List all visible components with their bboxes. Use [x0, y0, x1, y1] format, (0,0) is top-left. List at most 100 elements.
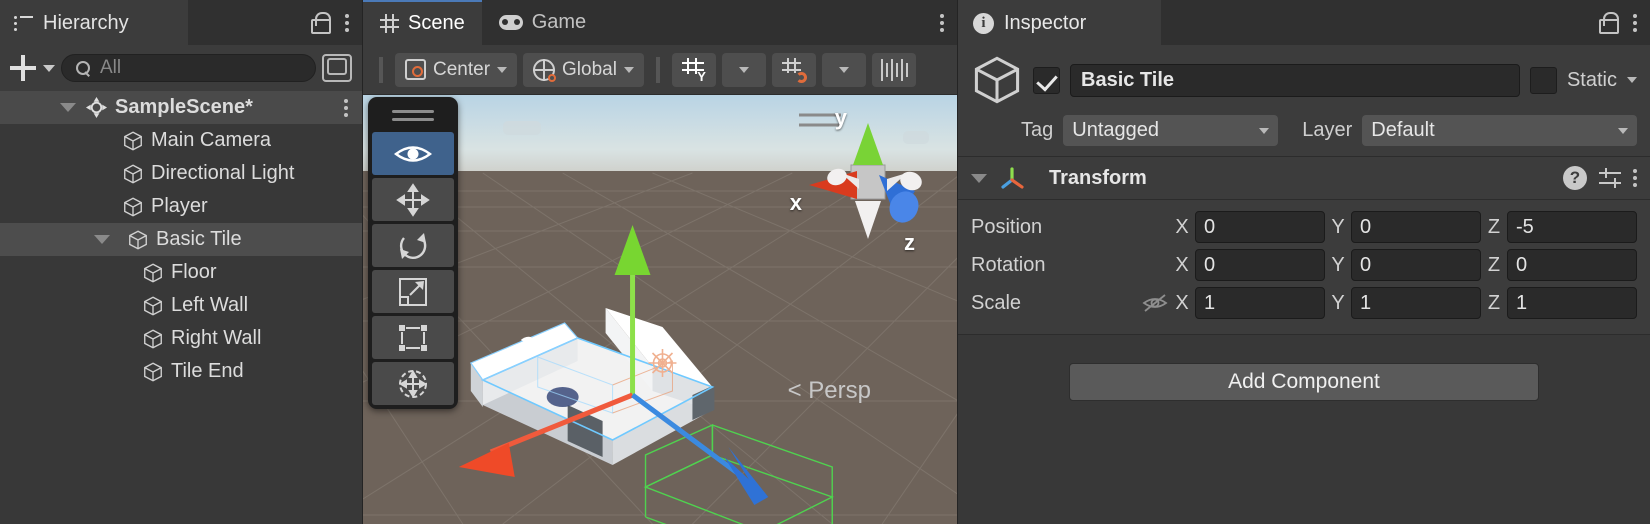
list-icon	[14, 15, 34, 32]
gameobject-cube-icon	[144, 329, 162, 348]
transform-row-label: Rotation	[971, 253, 1046, 276]
hierarchy-item-basic-tile[interactable]: Basic Tile	[0, 223, 362, 256]
gizmo-y-label: y	[834, 105, 847, 130]
hierarchy-tabbar-actions	[188, 0, 362, 45]
search-input[interactable]: All	[61, 54, 316, 82]
move-arrows-icon	[396, 182, 430, 217]
grid-visibility-toggle[interactable]: Y	[671, 52, 716, 87]
grid-visibility-dropdown[interactable]	[721, 52, 766, 87]
transform-tool[interactable]	[372, 362, 454, 405]
kebab-menu-icon[interactable]	[345, 13, 349, 32]
hierarchy-item-label: Left Wall	[171, 294, 249, 316]
transform-position-y[interactable]: 0	[1351, 211, 1481, 243]
hierarchy-item-directional-light[interactable]: Directional Light	[0, 157, 362, 190]
tab-hierarchy[interactable]: Hierarchy	[0, 0, 188, 45]
transform-position-x[interactable]: 0	[1195, 211, 1325, 243]
handle-space-dropdown[interactable]: Global	[523, 52, 644, 87]
tag-label: Tag	[1021, 119, 1054, 141]
transform-position-z[interactable]: -5	[1507, 211, 1637, 243]
transform-all-icon	[399, 369, 427, 398]
transform-axis-icon	[1001, 167, 1024, 189]
object-name-field[interactable]: Basic Tile	[1070, 63, 1520, 97]
hierarchy-item-tile-end[interactable]: Tile End	[0, 355, 362, 388]
hierarchy-tree: SampleScene* Main Camera Directional Ligh…	[0, 91, 362, 524]
drag-grip-icon[interactable]	[372, 101, 454, 129]
expand-window-icon[interactable]	[322, 54, 352, 82]
view-tool[interactable]	[372, 132, 454, 175]
static-label: Static	[1566, 68, 1617, 91]
tag-dropdown[interactable]: Untagged	[1063, 115, 1279, 146]
grid-snap-dropdown[interactable]	[821, 52, 866, 87]
chevron-down-icon[interactable]	[971, 173, 987, 183]
gameobject-cube-icon	[144, 263, 162, 282]
object-enabled-checkbox[interactable]	[1033, 66, 1060, 94]
hierarchy-item-player[interactable]: Player	[0, 190, 362, 223]
globe-icon	[533, 58, 557, 82]
kebab-menu-icon[interactable]	[1633, 13, 1637, 32]
gameobject-cube-icon	[144, 362, 162, 381]
hierarchy-item-label: Right Wall	[171, 327, 262, 349]
axis-label-y: Y	[1331, 291, 1345, 314]
chevron-down-icon[interactable]	[1627, 77, 1637, 83]
static-checkbox[interactable]	[1529, 66, 1557, 94]
inspector-tabbar-actions	[1161, 0, 1650, 45]
transform-rotation-x[interactable]: 0	[1195, 249, 1325, 281]
hierarchy-item-right-wall[interactable]: Right Wall	[0, 322, 362, 355]
tab-inspector[interactable]: i Inspector	[958, 0, 1161, 45]
help-question-icon[interactable]: ?	[1563, 166, 1587, 190]
move-tool[interactable]	[372, 178, 454, 221]
scale-square-icon	[399, 277, 427, 306]
scale-tool[interactable]	[372, 270, 454, 313]
preset-settings-icon[interactable]	[1597, 166, 1623, 190]
transform-scale-y[interactable]: 1	[1351, 287, 1481, 319]
hierarchy-item-label: Directional Light	[151, 162, 295, 184]
inspector-object-header: Basic Tile Static Tag Untagged Layer Def…	[958, 45, 1650, 157]
tab-scene-label: Scene	[408, 12, 465, 34]
hierarchy-toolbar: All	[0, 45, 362, 91]
kebab-menu-icon[interactable]	[1633, 169, 1637, 187]
constrain-off-icon[interactable]	[1141, 293, 1169, 313]
grid-snap-magnet-icon	[781, 57, 807, 83]
scene-tools-palette	[368, 97, 458, 409]
chevron-down-icon	[738, 66, 749, 73]
transform-rotation-z[interactable]: 0	[1507, 249, 1637, 281]
projection-mode-label[interactable]: < Persp	[788, 377, 871, 405]
scene-panel: Scene Game Center Global Y y x z < Persp	[363, 0, 958, 524]
hierarchy-item-left-wall[interactable]: Left Wall	[0, 289, 362, 322]
pivot-mode-dropdown[interactable]: Center	[395, 52, 518, 87]
kebab-menu-icon[interactable]	[344, 98, 348, 117]
transform-scale-z[interactable]: 1	[1507, 287, 1637, 319]
grid-axis-label: Y	[697, 68, 706, 84]
gameobject-cube-icon	[129, 230, 147, 249]
transform-scale-x[interactable]: 1	[1195, 287, 1325, 319]
layer-dropdown[interactable]: Default	[1362, 115, 1637, 146]
hierarchy-panel: Hierarchy All SampleScene* Main Camera D…	[0, 0, 363, 524]
transform-component-header[interactable]: Transform ?	[958, 157, 1650, 200]
component-title: Transform	[1049, 166, 1147, 189]
chevron-down-icon	[623, 66, 634, 73]
lock-icon[interactable]	[1597, 11, 1619, 34]
tab-scene[interactable]: Scene	[363, 0, 482, 45]
rotate-tool[interactable]	[372, 224, 454, 267]
grid-snap-toggle[interactable]	[771, 52, 816, 87]
lock-icon[interactable]	[309, 11, 331, 34]
scene-viewport[interactable]: y x z < Persp	[363, 95, 957, 524]
chevron-down-icon[interactable]	[60, 103, 76, 112]
gizmo-sliders-button[interactable]	[871, 52, 916, 87]
add-gameobject-button[interactable]	[10, 55, 55, 81]
add-component-button[interactable]: Add Component	[1069, 363, 1539, 401]
kebab-menu-icon[interactable]	[940, 13, 944, 32]
gizmo-sliders-icon	[880, 58, 908, 81]
plus-icon	[10, 55, 36, 81]
transform-rotation-y[interactable]: 0	[1351, 249, 1481, 281]
rect-tool[interactable]	[372, 316, 454, 359]
inspector-tabbar: i Inspector	[958, 0, 1650, 45]
chevron-down-icon[interactable]	[94, 235, 110, 244]
scene-view-gizmo[interactable]	[779, 103, 939, 253]
hierarchy-item-label: Main Camera	[151, 129, 272, 151]
hierarchy-item-floor[interactable]: Floor	[0, 256, 362, 289]
transform-row-scale: Scale X 1 Y 1 Z 1	[971, 284, 1637, 322]
hierarchy-scene-row[interactable]: SampleScene*	[0, 91, 362, 124]
tab-game[interactable]: Game	[482, 0, 603, 45]
hierarchy-item-main-camera[interactable]: Main Camera	[0, 124, 362, 157]
